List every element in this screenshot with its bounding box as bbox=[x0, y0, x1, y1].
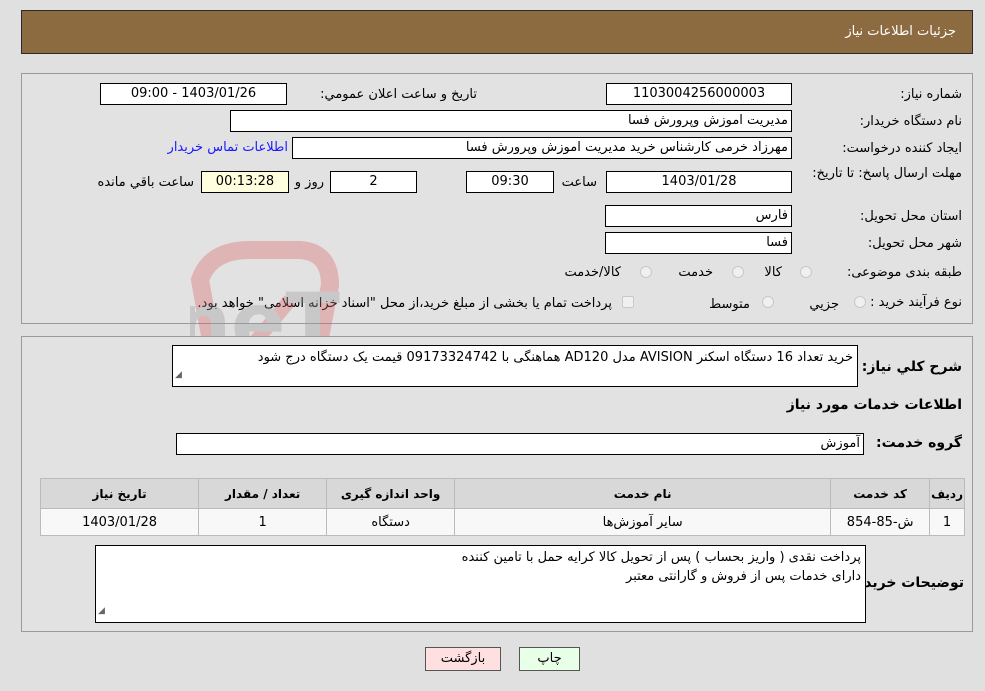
description-text: خرید تعداد 16 دستگاه اسکنر AVISION مدل A… bbox=[257, 350, 853, 365]
city-label: شهر محل تحویل: bbox=[867, 236, 962, 251]
back-button[interactable]: بازگشت bbox=[425, 647, 501, 671]
buyer-org-field[interactable]: مدیریت اموزش وپرورش فسا bbox=[230, 110, 792, 132]
col-quantity: تعداد / مقدار bbox=[198, 478, 328, 509]
announce-field[interactable]: 1403/01/26 - 09:00 bbox=[100, 83, 287, 105]
province-label: استان محل تحویل: bbox=[860, 209, 962, 224]
cell-row: 1 bbox=[929, 508, 965, 536]
resize-grip-icon[interactable]: ◢ bbox=[98, 602, 105, 621]
need-number-label: شماره نیاز: bbox=[900, 87, 962, 102]
description-label: شرح کلي نياز: bbox=[861, 359, 962, 375]
buyer-org-label: نام دستگاه خریدار: bbox=[859, 114, 962, 129]
cell-unit: دستگاه bbox=[326, 508, 456, 536]
process-option-minor: جزیي bbox=[809, 297, 839, 312]
process-radio-minor[interactable] bbox=[854, 296, 866, 308]
city-field[interactable]: فسا bbox=[605, 232, 792, 254]
table-header-row: ردیف کد خدمت نام خدمت واحد اندازه گیری ت… bbox=[39, 478, 965, 509]
need-number-field[interactable]: 1103004256000003 bbox=[606, 83, 792, 105]
days-field[interactable]: 2 bbox=[330, 171, 417, 193]
province-field[interactable]: فارس bbox=[605, 205, 792, 227]
process-note: پرداخت تمام یا بخشی از مبلغ خرید،از محل … bbox=[197, 296, 612, 311]
col-unit: واحد اندازه گیری bbox=[326, 478, 456, 509]
category-option-goods: کالا bbox=[764, 265, 782, 280]
buyer-notes-line-2: دارای خدمات پس از فروش و گارانتی معتبر bbox=[626, 569, 861, 584]
print-button[interactable]: چاپ bbox=[519, 647, 580, 671]
category-radio-goods[interactable] bbox=[800, 266, 812, 278]
buyer-notes-line-1: پرداخت نقدی ( واریز بحساب ) پس از تحویل … bbox=[461, 550, 861, 565]
col-service-name: نام خدمت bbox=[454, 478, 832, 509]
deadline-label: مهلت ارسال پاسخ: تا تاریخ: bbox=[812, 166, 962, 181]
category-option-service: خدمت bbox=[678, 265, 713, 280]
cell-service-name: سایر آموزش‌ها bbox=[454, 508, 832, 536]
col-need-date: تاریخ نیاز bbox=[39, 478, 200, 509]
days-label: روز و bbox=[294, 175, 324, 190]
services-heading: اطلاعات خدمات مورد نیاز bbox=[786, 397, 962, 413]
table-row: 1 ش-85-854 سایر آموزش‌ها دستگاه 1 1403/0… bbox=[39, 508, 965, 536]
cell-quantity: 1 bbox=[198, 508, 328, 536]
buyer-contact-link[interactable]: اطلاعات تماس خریدار bbox=[168, 140, 288, 155]
buyer-notes-textarea[interactable]: پرداخت نقدی ( واریز بحساب ) پس از تحویل … bbox=[95, 545, 866, 623]
description-textarea[interactable]: خرید تعداد 16 دستگاه اسکنر AVISION مدل A… bbox=[172, 345, 858, 387]
category-radio-service[interactable] bbox=[732, 266, 744, 278]
services-table: ردیف کد خدمت نام خدمت واحد اندازه گیری ت… bbox=[39, 478, 965, 536]
process-radio-medium[interactable] bbox=[762, 296, 774, 308]
need-details-panel: شرح کلي نياز: خرید تعداد 16 دستگاه اسکنر… bbox=[21, 336, 973, 632]
category-option-goods-service: کالا/خدمت bbox=[564, 265, 621, 280]
category-radio-goods-service[interactable] bbox=[640, 266, 652, 278]
remaining-label: ساعت باقي مانده bbox=[97, 175, 194, 190]
process-option-medium: متوسط bbox=[709, 297, 750, 312]
need-info-panel: شماره نیاز: 1103004256000003 تاريخ و ساع… bbox=[21, 73, 973, 324]
deadline-date-field[interactable]: 1403/01/28 bbox=[606, 171, 792, 193]
category-label: طبقه بندی موضوعی: bbox=[846, 265, 962, 280]
creator-field[interactable]: مهرزاد خرمی کارشناس خرید مدیریت اموزش وپ… bbox=[292, 137, 792, 159]
time-label: ساعت bbox=[561, 175, 597, 190]
process-label: نوع فرآیند خرید : bbox=[870, 295, 962, 310]
deadline-time-field[interactable]: 09:30 bbox=[466, 171, 554, 193]
cell-service-code: ش-85-854 bbox=[830, 508, 931, 536]
treasury-checkbox[interactable] bbox=[622, 296, 634, 308]
page-title: جزئيات اطلاعات نياز bbox=[845, 24, 956, 39]
page-header: جزئيات اطلاعات نياز bbox=[21, 10, 973, 54]
col-service-code: کد خدمت bbox=[830, 478, 931, 509]
service-group-field[interactable]: آموزش bbox=[176, 433, 864, 455]
remaining-time-field: 00:13:28 bbox=[201, 171, 289, 193]
service-group-label: گروه خدمت: bbox=[876, 435, 962, 451]
col-row: ردیف bbox=[929, 478, 965, 509]
creator-label: ایجاد کننده درخواست: bbox=[842, 141, 962, 156]
cell-need-date: 1403/01/28 bbox=[39, 508, 200, 536]
announce-label: تاريخ و ساعت اعلان عمومي: bbox=[320, 87, 477, 102]
resize-grip-icon[interactable]: ◢ bbox=[175, 366, 182, 385]
